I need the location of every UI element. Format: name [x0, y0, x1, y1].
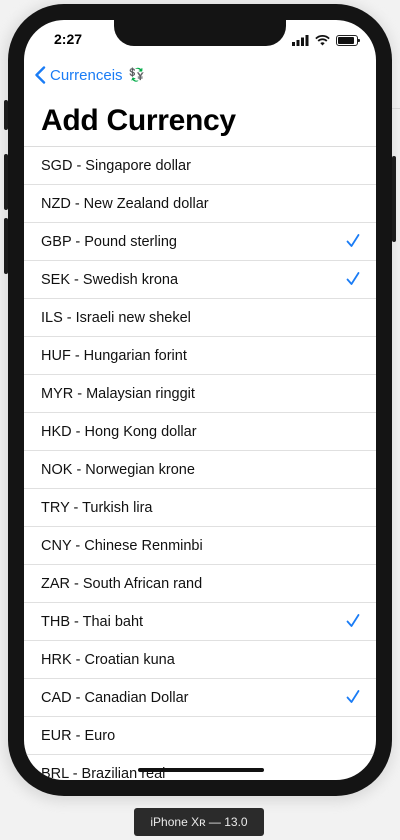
status-time: 2:27	[54, 31, 83, 47]
currency-list: SGD - Singapore dollar NZD - New Zealand …	[24, 146, 376, 780]
checkmark-icon	[346, 272, 360, 285]
currency-row[interactable]: ZAR - South African rand	[24, 565, 376, 603]
device-screen: 2:27 Currenceis 💱 Add Currency SGD - Sin…	[24, 20, 376, 780]
currency-row[interactable]: NOK - Norwegian krone	[24, 451, 376, 489]
back-button[interactable]: Currenceis 💱	[34, 66, 145, 84]
mute-switch	[4, 100, 8, 130]
camera-notch	[114, 20, 286, 46]
volume-up-button	[4, 154, 8, 210]
currency-row[interactable]: GBP - Pound sterling	[24, 223, 376, 261]
currency-row[interactable]: HKD - Hong Kong dollar	[24, 413, 376, 451]
currency-label: EUR - Euro	[41, 727, 116, 744]
power-button	[392, 156, 396, 242]
status-icons	[292, 34, 360, 46]
currency-row[interactable]: THB - Thai baht	[24, 603, 376, 641]
currency-label: THB - Thai baht	[41, 613, 144, 630]
currency-exchange-emoji: 💱	[128, 67, 145, 82]
currency-label: TRY - Turkish lira	[41, 499, 153, 516]
back-button-label: Currenceis	[50, 66, 123, 84]
simulator-device-label: iPhone Xʀ — 13.0	[134, 808, 264, 836]
chevron-left-icon	[35, 66, 46, 84]
volume-down-button	[4, 218, 8, 274]
currency-row[interactable]: TRY - Turkish lira	[24, 489, 376, 527]
currency-label: NZD - New Zealand dollar	[41, 195, 209, 212]
currency-row[interactable]: SGD - Singapore dollar	[24, 147, 376, 185]
currency-label: MYR - Malaysian ringgit	[41, 385, 195, 402]
currency-row[interactable]: CNY - Chinese Renminbi	[24, 527, 376, 565]
home-indicator[interactable]	[138, 768, 264, 772]
currency-label: NOK - Norwegian krone	[41, 461, 195, 478]
currency-row[interactable]: NZD - New Zealand dollar	[24, 185, 376, 223]
currency-label: HKD - Hong Kong dollar	[41, 423, 197, 440]
currency-label: ILS - Israeli new shekel	[41, 309, 191, 326]
currency-row[interactable]: HUF - Hungarian forint	[24, 337, 376, 375]
currency-label: HRK - Croatian kuna	[41, 651, 175, 668]
currency-label: CNY - Chinese Renminbi	[41, 537, 203, 554]
currency-row[interactable]: CAD - Canadian Dollar	[24, 679, 376, 717]
currency-row[interactable]: HRK - Croatian kuna	[24, 641, 376, 679]
currency-label: HUF - Hungarian forint	[41, 347, 187, 364]
currency-label: SGD - Singapore dollar	[41, 157, 191, 174]
currency-label: GBP - Pound sterling	[41, 233, 177, 250]
page-title: Add Currency	[41, 104, 236, 137]
checkmark-icon	[346, 234, 360, 247]
currency-label: ZAR - South African rand	[41, 575, 203, 592]
checkmark-icon	[346, 690, 360, 703]
checkmark-icon	[346, 614, 360, 627]
battery-icon	[336, 34, 360, 46]
currency-row[interactable]: MYR - Malaysian ringgit	[24, 375, 376, 413]
device-frame: 2:27 Currenceis 💱 Add Currency SGD - Sin…	[4, 4, 396, 796]
wifi-icon	[315, 34, 330, 45]
currency-row[interactable]: EUR - Euro	[24, 717, 376, 755]
currency-row[interactable]: SEK - Swedish krona	[24, 261, 376, 299]
cellular-signal-icon	[292, 34, 309, 46]
currency-row[interactable]: ILS - Israeli new shekel	[24, 299, 376, 337]
currency-label: CAD - Canadian Dollar	[41, 689, 189, 706]
currency-label: SEK - Swedish krona	[41, 271, 179, 288]
